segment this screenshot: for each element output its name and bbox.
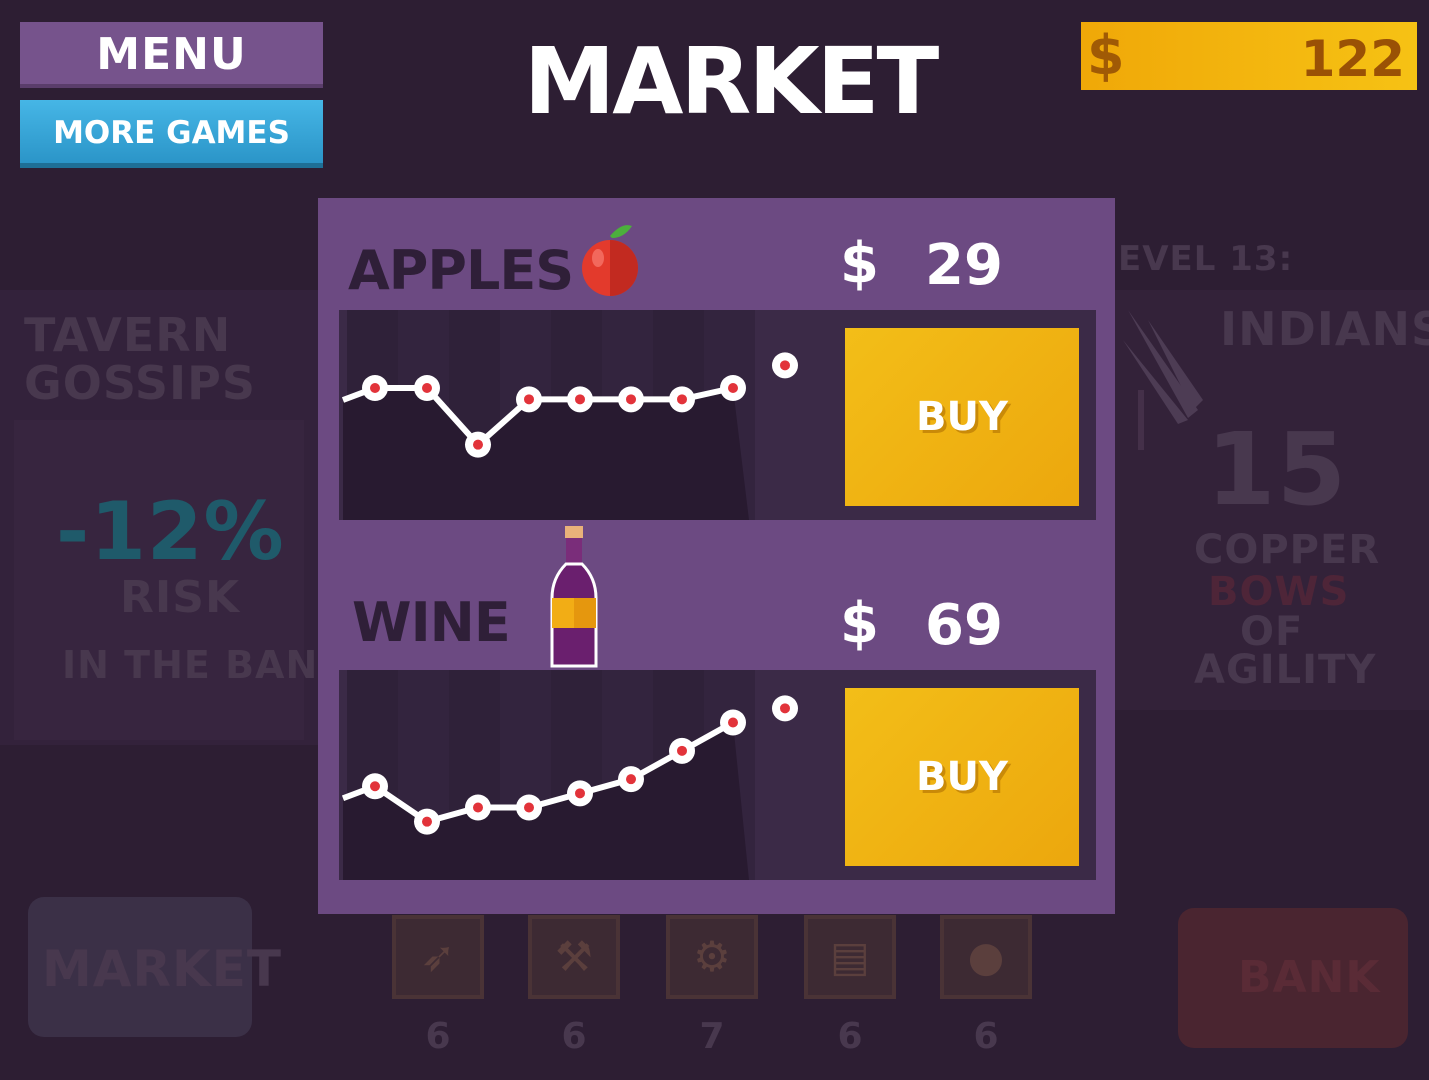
cursor-icon: ➶ <box>392 915 484 999</box>
price-point-dot <box>677 394 687 405</box>
price-wine: 69 <box>925 593 1003 658</box>
tool-count-cursor: 6 <box>425 1016 451 1057</box>
balance-value: 122 <box>1300 30 1405 88</box>
price-point-dot <box>473 439 483 450</box>
apple-icon <box>582 225 638 296</box>
reward-line2: BOWS <box>1208 569 1350 615</box>
tavern-heading-line2: GOSSIPS <box>24 356 257 410</box>
price-point-dot <box>780 703 790 714</box>
price-point-dot <box>422 383 432 393</box>
market-nav-label: MARKET <box>42 940 282 998</box>
menu-button[interactable]: MENU <box>20 22 323 88</box>
price-apples: 29 <box>925 233 1003 298</box>
more-games-button[interactable]: MORE GAMES <box>20 100 323 168</box>
price-point-dot <box>728 717 738 728</box>
shield-icon: ● <box>940 915 1032 999</box>
buy-apples-label: BUY <box>916 394 1008 440</box>
risk-label: RISK <box>120 572 241 623</box>
tool-count-hammer: 6 <box>561 1016 587 1057</box>
tool-count-anvil: 7 <box>699 1016 725 1057</box>
reward-line4: AGILITY <box>1194 647 1377 693</box>
coin-balance: $ 122 <box>1081 22 1417 90</box>
feather-headdress-icon <box>1123 310 1203 450</box>
page-title: MARKET <box>523 28 940 135</box>
enemy-count: 15 <box>1206 411 1348 528</box>
price-point-dot <box>575 394 585 405</box>
price-point-dot <box>422 816 432 827</box>
buy-wine-label: BUY <box>916 754 1008 800</box>
price-point-dot <box>524 394 534 405</box>
tool-count-shield: 6 <box>973 1016 999 1057</box>
price-point-dot <box>370 781 380 792</box>
price-point-dot <box>473 802 483 813</box>
level-label: EVEL 13: <box>1118 239 1294 279</box>
book-icon: ▤ <box>804 915 896 999</box>
wine-bottle-icon <box>550 526 598 668</box>
risk-subtext: IN THE BANK <box>62 643 349 687</box>
risk-percent: -12% <box>56 485 285 578</box>
hammer-icon: ⚒ <box>528 915 620 999</box>
product-name-apples: APPLES <box>348 239 574 302</box>
price-currency-apples: $ <box>840 231 879 296</box>
price-point-dot <box>780 360 790 371</box>
product-name-wine: WINE <box>352 591 511 654</box>
price-point-dot <box>524 802 534 813</box>
price-currency-wine: $ <box>840 591 879 656</box>
bank-nav-label: BANK <box>1238 952 1381 1003</box>
tavern-heading-line1: TAVERN <box>24 308 232 362</box>
enemy-name: INDIANS <box>1220 302 1429 356</box>
anvil-icon: ⚙ <box>666 915 758 999</box>
price-point-dot <box>626 774 636 785</box>
dollar-icon: $ <box>1087 24 1125 87</box>
reward-line1: COPPER <box>1194 527 1381 573</box>
price-point-dot <box>728 383 738 393</box>
price-point-dot <box>575 788 585 799</box>
tool-count-book: 6 <box>837 1016 863 1057</box>
reward-line3: OF <box>1240 609 1304 655</box>
buy-apples-button[interactable]: BUY <box>845 328 1079 506</box>
price-point-dot <box>677 745 687 756</box>
price-point-dot <box>370 383 380 393</box>
buy-wine-button[interactable]: BUY <box>845 688 1079 866</box>
price-point-dot <box>626 394 636 405</box>
